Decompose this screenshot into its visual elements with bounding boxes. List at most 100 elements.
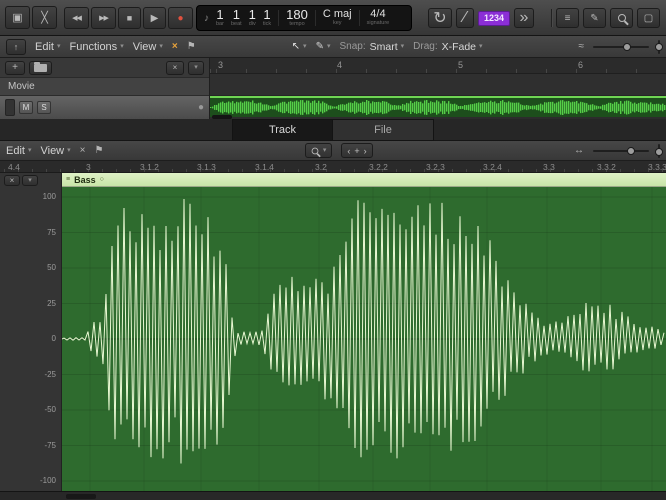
movie-track-label: Movie [8,81,35,92]
movie-track-header[interactable]: Movie [0,78,209,96]
waveform-display[interactable] [62,187,666,491]
editor-fade-button[interactable]: × [4,175,20,186]
track-header-panel: + × ▾ Movie M S ● [0,58,210,119]
tools-toggle-button[interactable]: ╳ [32,6,57,29]
library-toggle-button[interactable]: ▣ [5,6,30,29]
stop-button[interactable]: ■ [118,7,141,29]
position-div[interactable]: 1 div [249,8,256,28]
slider-knob[interactable] [655,147,663,156]
tempo-label: tempo [289,21,305,28]
secondary-tool-select[interactable]: ✎ ▾ [316,41,331,52]
region-handle-icon: ≡ [66,176,71,183]
horizontal-zoom-slider[interactable] [593,42,650,51]
scale-value: 75 [47,227,56,237]
snap-value: Smart [369,40,398,53]
autopunch-button[interactable]: ∕ [456,8,474,28]
arrange-functions-menu[interactable]: Functions ▾ [69,41,123,53]
caret-icon: ▾ [28,177,32,184]
editor-hscrollbar[interactable] [0,491,666,500]
catch-icon[interactable]: ↔ [574,145,584,156]
scale-value: 25 [47,298,56,308]
scroll-thumb[interactable] [66,494,96,499]
solo-button[interactable]: S [37,101,51,114]
drag-select[interactable]: Drag: X-Fade ▾ [413,41,482,53]
more-modes-button[interactable]: » [514,8,534,28]
pencil-tool-icon: ✎ [315,41,324,52]
editor-edit-menu[interactable]: Edit ▾ [6,145,31,157]
search-button[interactable]: ▾ [304,143,333,158]
note-pads-button[interactable]: ✎ [583,8,606,28]
editor-hzoom-slider[interactable] [593,146,649,155]
edit-menu-label: Edit [6,144,25,157]
editor-vzoom-slider[interactable] [655,143,663,158]
slider-knob[interactable] [655,42,664,51]
track-drag-handle[interactable] [5,99,15,116]
lcd-divider [278,10,280,26]
mute-button[interactable]: M [19,101,33,114]
ruler-label: 5 [458,60,464,70]
bass-track-lane[interactable] [210,96,666,119]
drag-value: X-Fade [441,40,477,53]
record-button[interactable]: ● [168,7,193,29]
double-chevron-icon: » [519,9,529,26]
mute-label: M [22,103,30,112]
count-in-badge[interactable]: 1234 [478,10,510,26]
toolbar-toggle-button[interactable]: ≡ [556,8,579,28]
position-bar[interactable]: 1 bar [216,8,224,28]
audio-region[interactable] [210,96,666,117]
tempo-display[interactable]: 180 tempo [286,8,308,28]
movie-track-lane[interactable] [210,74,666,96]
tab-file[interactable]: File [333,119,434,141]
bar-ruler[interactable]: 3 4 5 6 [210,58,666,74]
position-beat[interactable]: 1 beat [231,8,242,28]
display-mode-button[interactable]: ▢ [637,8,660,28]
ruler-label: 4.4 [8,162,20,172]
crossfade-icon: × [9,176,15,185]
slider-knob[interactable] [627,146,635,155]
vertical-zoom-slider[interactable] [655,39,664,54]
track-header-tools: + × ▾ [0,58,209,78]
editor-ruler[interactable]: 4.4 3 3.1.2 3.1.3 3.1.4 3.2 3.2.2 3.2.3 3.2.4 3.3… [0,161,666,173]
marquee-tool-icon[interactable]: ⚑ [187,41,196,52]
crossfade-tool-icon[interactable]: × [172,41,178,52]
arrange-edit-menu[interactable]: Edit ▾ [35,41,60,53]
forward-button[interactable]: ▶▶ [91,7,116,29]
ruler-label: 3.1.4 [255,162,274,172]
fade-preset-button[interactable]: × [166,60,184,75]
add-track-button[interactable]: + [5,60,25,75]
editor-marquee-icon[interactable]: ⚑ [95,145,104,156]
signature-display[interactable]: 4/4 signature [367,9,390,27]
record-icon: ● [177,12,184,24]
zoom-tool-button[interactable] [610,8,633,28]
snap-select[interactable]: Snap: Smart ▾ [339,41,404,53]
caret-icon: ▾ [56,43,61,50]
slider-knob[interactable] [623,42,632,51]
next-transient-button[interactable]: › [364,146,367,156]
right-toggle-group: ≡ ✎ ▢ [551,8,660,28]
bass-track-header[interactable]: M S ● [0,96,209,119]
waveform-zoom-icon[interactable]: ≈ [579,41,585,52]
tick-value: 1 [263,7,271,23]
editor-menu-button[interactable]: ▾ [22,175,38,186]
new-folder-button[interactable] [29,60,52,75]
editor-view-menu[interactable]: View ▾ [40,145,70,157]
hierarchy-button[interactable]: ↑ [6,38,26,55]
editor-crossfade-icon[interactable]: × [80,145,86,156]
position-tick[interactable]: 1 tick [263,8,271,28]
tab-track[interactable]: Track [232,119,333,141]
cycle-button[interactable]: ↻ [428,8,452,28]
input-monitor-icon[interactable]: ● [198,102,204,113]
mode-buttons: ↻ ∕ 1234 » [428,8,534,28]
snap-label: Snap: [339,41,366,52]
header-menu-button[interactable]: ▾ [188,60,204,75]
region-name: Bass [74,174,96,185]
key-display[interactable]: C maj key [323,9,352,27]
region-name-bar[interactable]: ≡ Bass ○ [62,173,666,187]
pointer-tool-select[interactable]: ↖ ▾ [292,41,307,52]
play-button[interactable]: ▶ [143,7,166,29]
arrange-view-menu[interactable]: View ▾ [133,41,163,53]
prev-transient-button[interactable]: ‹ [347,146,350,156]
rewind-button[interactable]: ◀◀ [64,7,89,29]
lcd-display[interactable]: ♪ 1 bar 1 beat 1 div 1 tick 180 tempo C … [196,5,412,31]
tab-file-label: File [374,124,392,136]
